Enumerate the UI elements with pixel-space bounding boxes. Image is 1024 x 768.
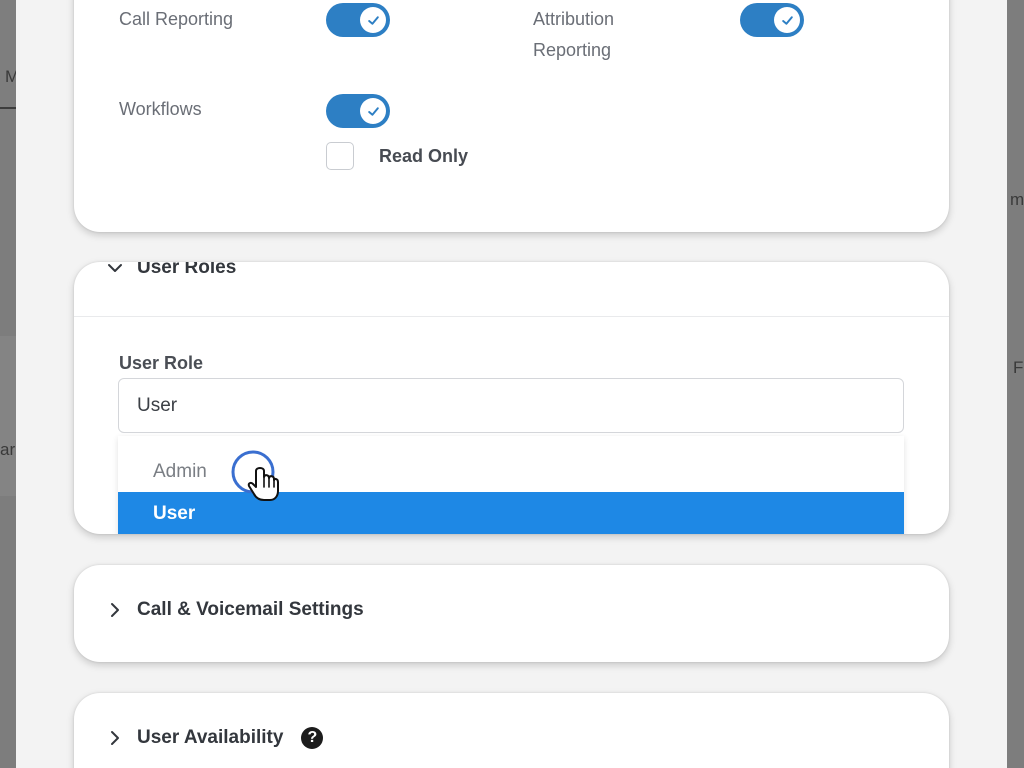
background-page-left <box>0 0 16 768</box>
toggle-knob <box>774 7 800 33</box>
user-roles-card: User Roles User Role User Admin User <box>74 262 949 534</box>
user-role-option-admin[interactable]: Admin <box>118 450 904 492</box>
background-row-strip <box>0 336 16 496</box>
permission-label-attribution: Attribution <box>533 9 615 29</box>
read-only-checkbox[interactable] <box>326 142 354 170</box>
chevron-right-icon <box>104 727 126 749</box>
user-role-dropdown: Admin User <box>118 436 904 534</box>
permission-label-attribution-line2: Reporting <box>533 40 612 60</box>
check-icon <box>367 15 379 25</box>
user-role-option-user[interactable]: User <box>118 492 904 534</box>
option-label: Admin <box>153 461 207 482</box>
chevron-down-icon <box>104 262 126 279</box>
workflows-toggle[interactable] <box>326 94 390 128</box>
user-role-select[interactable]: User <box>118 378 904 433</box>
chevron-right-icon <box>104 599 126 621</box>
user-role-label: User Role <box>119 353 204 373</box>
permission-label-workflows: Workflows <box>119 99 202 119</box>
permission-label-call-reporting: Call Reporting <box>119 9 234 29</box>
call-voicemail-title: Call & Voicemail Settings <box>137 599 364 620</box>
user-roles-title: User Roles <box>137 262 237 278</box>
background-header-strip <box>0 0 16 107</box>
attribution-reporting-toggle[interactable] <box>740 3 804 37</box>
check-icon <box>367 106 379 116</box>
background-text-fragment: ar <box>0 440 16 459</box>
user-availability-title: User Availability <box>137 727 284 748</box>
call-reporting-toggle[interactable] <box>326 3 390 37</box>
section-divider <box>74 316 949 317</box>
permissions-card: Call Reporting Attribution Reporting Wor… <box>74 0 949 232</box>
background-tab-underline <box>0 107 16 109</box>
user-roles-header[interactable]: User Roles <box>74 262 949 280</box>
question-circle-icon[interactable]: ? <box>301 727 324 749</box>
check-icon <box>781 15 793 25</box>
read-only-label[interactable]: Read Only <box>379 146 468 167</box>
background-text-fragment: F <box>1013 358 1024 377</box>
toggle-knob <box>360 98 386 124</box>
user-availability-card: User Availability ? <box>74 693 949 768</box>
background-text-fragment: m <box>1010 190 1024 209</box>
edit-user-modal: Call Reporting Attribution Reporting Wor… <box>16 0 1007 768</box>
call-voicemail-header[interactable]: Call & Voicemail Settings <box>74 598 949 622</box>
user-role-selected-value: User <box>137 395 178 416</box>
option-label: User <box>153 503 196 524</box>
user-availability-header[interactable]: User Availability ? <box>74 726 949 750</box>
toggle-knob <box>360 7 386 33</box>
call-voicemail-card: Call & Voicemail Settings <box>74 565 949 662</box>
background-page-right <box>1007 0 1024 768</box>
